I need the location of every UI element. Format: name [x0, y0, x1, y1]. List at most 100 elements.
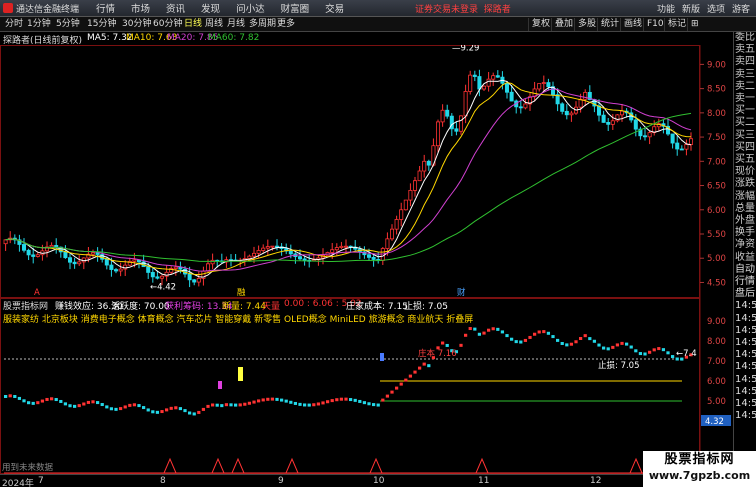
- candle-up: [77, 261, 82, 265]
- period-weekly[interactable]: 周线: [202, 18, 226, 31]
- tool-overlay[interactable]: 叠加: [551, 18, 576, 31]
- candle-down: [109, 264, 114, 270]
- side-panel-item: 14:5: [735, 300, 756, 312]
- indicator-name[interactable]: 股票指标网: [3, 299, 48, 312]
- indicator-bar: [220, 404, 224, 408]
- candle-down: [150, 272, 155, 278]
- indicator-bar: [293, 401, 298, 405]
- marker-rong: 融: [237, 287, 246, 298]
- menu-guest[interactable]: 游客: [732, 2, 750, 15]
- indicator-bar: [234, 403, 238, 407]
- side-panel-item: 14:5: [735, 337, 756, 349]
- indicator-bar: [247, 401, 252, 405]
- candle-up: [412, 180, 418, 191]
- candle-down: [288, 250, 293, 255]
- side-panel-item: 14:5: [735, 373, 756, 385]
- side-panel-item: 收益: [735, 251, 755, 263]
- indicator-bar: [629, 345, 633, 349]
- period-more[interactable]: 更多: [274, 18, 298, 31]
- kline-chart[interactable]: 9.00 8.00 7.00 6.00 5.00 庄本 7.16 止损: 7.05 ←7.4 4…: [0, 45, 733, 474]
- last-price-label: ←7.4: [676, 349, 697, 359]
- indicator-bar: [280, 398, 284, 402]
- menu-function[interactable]: 功能: [657, 2, 675, 15]
- tool-settings-icon[interactable]: ⊞: [687, 18, 702, 31]
- menu-market[interactable]: 市场: [123, 1, 158, 15]
- watermark: 股票指标网 www.7gpzb.com: [643, 451, 756, 487]
- period-1min[interactable]: 1分钟: [24, 18, 54, 31]
- candle-up: [330, 249, 335, 253]
- candle-up: [435, 121, 441, 147]
- indicator-bar: [224, 403, 229, 407]
- price-label: 5.50: [707, 230, 726, 240]
- indicator-bar: [275, 397, 279, 401]
- price-label: 8.50: [707, 85, 726, 95]
- indicator-bar: [82, 402, 86, 406]
- indicator-bar: [496, 327, 500, 331]
- period-monthly[interactable]: 月线: [224, 18, 248, 31]
- menu-new-version[interactable]: 新版: [682, 2, 700, 15]
- indicator-bar: [59, 399, 63, 403]
- side-panel-item: 买五: [735, 154, 755, 166]
- menu-news[interactable]: 资讯: [158, 1, 193, 15]
- indicator-bar: [151, 410, 155, 414]
- indicator-bar: [620, 341, 624, 345]
- tool-multi-stock[interactable]: 多股: [574, 18, 599, 31]
- candle-up: [486, 78, 491, 87]
- indicator-bar: [551, 335, 555, 339]
- candle-down: [643, 135, 648, 138]
- menu-options[interactable]: 选项: [707, 2, 725, 15]
- candle-down: [472, 74, 477, 77]
- candle-up: [49, 244, 54, 248]
- indicator-bar: [316, 402, 321, 406]
- candle-down: [597, 105, 602, 116]
- signal-spike: [231, 457, 245, 474]
- app-logo-icon: [3, 3, 13, 13]
- side-panel-item: 买四: [735, 141, 755, 153]
- candle-down: [68, 257, 73, 263]
- indicator-bar: [298, 402, 302, 406]
- candle-up: [403, 199, 408, 211]
- candle-down: [601, 114, 606, 123]
- tool-restore-rights[interactable]: 复权: [528, 18, 553, 31]
- indicator-bar: [261, 398, 265, 402]
- candle-up: [610, 120, 615, 125]
- candle-down: [560, 103, 565, 112]
- side-panel-item: 卖四: [735, 56, 755, 68]
- indicator-panel: 9.00 8.00 7.00 6.00 5.00 庄本 7.16 止损: 7.05 ←7.4 4…: [2, 317, 731, 474]
- menu-wealth[interactable]: 财富圈: [273, 1, 318, 15]
- candle-up: [394, 219, 399, 230]
- indicator-bar: [418, 366, 422, 370]
- candle-down: [495, 75, 500, 78]
- indicator-bar: [206, 404, 210, 408]
- date-month-12: 12: [590, 476, 602, 486]
- menu-ask[interactable]: 问小达: [228, 1, 273, 15]
- indicator-bar: [63, 402, 68, 406]
- price-label: 6.00: [707, 206, 726, 216]
- tool-statistics[interactable]: 统计: [597, 18, 622, 31]
- candle-down: [371, 256, 376, 260]
- date-month-8: 8: [160, 476, 166, 486]
- indicator-bar: [142, 406, 146, 410]
- indicator-bar: [54, 398, 58, 402]
- indicator-bar: [546, 331, 551, 335]
- side-panel-item: 委比: [735, 32, 755, 43]
- indicator-bar: [597, 343, 601, 347]
- indicator-bar: [468, 327, 472, 331]
- menu-market-quotes[interactable]: 行情: [88, 1, 123, 15]
- period-intraday[interactable]: 分时: [2, 18, 26, 31]
- tool-mark[interactable]: 标记: [664, 18, 689, 31]
- period-5min[interactable]: 5分钟: [53, 18, 83, 31]
- candle-down: [114, 269, 119, 272]
- menu-discover[interactable]: 发现: [193, 1, 228, 15]
- signal-block-yellow: [238, 367, 243, 381]
- tool-draw-line[interactable]: 画线: [620, 18, 645, 31]
- side-panel-item: 卖一: [735, 93, 755, 105]
- menu-bar: 通达信金融终端 行情 市场 资讯 发现 问小达 财富圈 交易 证券交易未登录 探…: [0, 0, 756, 17]
- login-alert[interactable]: 证券交易未登录 探路者: [415, 2, 511, 15]
- menu-trade[interactable]: 交易: [317, 1, 352, 15]
- side-panel-item: 14:5: [735, 385, 756, 397]
- candle-up: [463, 91, 468, 117]
- indicator-bar: [611, 345, 615, 349]
- period-15min[interactable]: 15分钟: [84, 18, 119, 31]
- indicator-bar: [422, 362, 426, 366]
